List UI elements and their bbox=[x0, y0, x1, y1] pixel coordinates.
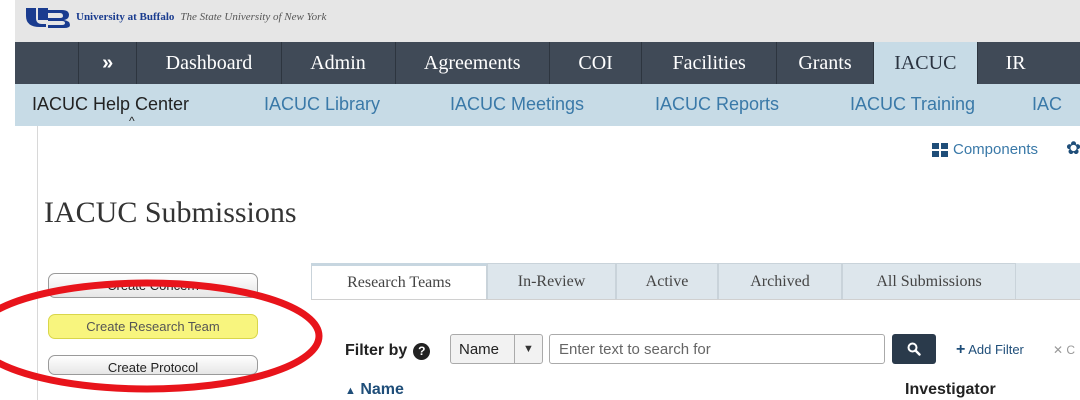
submission-tabs: Research Teams In-Review Active Archived… bbox=[311, 263, 1016, 299]
content-divider bbox=[37, 126, 38, 400]
nav-tab-grants[interactable]: Grants bbox=[775, 42, 873, 84]
filter-by-label: Filter by ? bbox=[345, 342, 431, 360]
page-title: IACUC Submissions bbox=[44, 196, 297, 229]
plus-icon: + bbox=[956, 341, 966, 358]
subnav-library[interactable]: IACUC Library bbox=[264, 94, 380, 115]
help-icon[interactable]: ? bbox=[413, 342, 431, 360]
university-logo[interactable]: University at Buffalo The State Universi… bbox=[24, 6, 326, 28]
university-name: University at Buffalo bbox=[76, 11, 175, 23]
column-header-investigator[interactable]: Investigator bbox=[905, 381, 996, 399]
search-input[interactable] bbox=[549, 334, 885, 364]
nav-tab-dashboard[interactable]: Dashboard bbox=[136, 42, 280, 84]
search-icon bbox=[907, 342, 921, 356]
ub-logo-icon bbox=[24, 6, 70, 28]
nav-tab-agreements[interactable]: Agreements bbox=[394, 42, 549, 84]
tab-underline bbox=[311, 299, 1080, 300]
dropdown-arrow-icon: ▼ bbox=[523, 343, 534, 355]
double-chevron-right-icon: » bbox=[102, 51, 114, 74]
create-protocol-button[interactable]: Create Protocol bbox=[48, 355, 258, 375]
create-research-team-button[interactable]: Create Research Team bbox=[48, 314, 258, 339]
subnav-meetings[interactable]: IACUC Meetings bbox=[450, 94, 584, 115]
tab-bar-filler bbox=[1016, 263, 1080, 299]
main-navigation: » Dashboard Admin Agreements COI Facilit… bbox=[15, 42, 1080, 84]
subnav-training[interactable]: IACUC Training bbox=[850, 94, 975, 115]
left-margin bbox=[0, 0, 15, 400]
clear-filter-link[interactable]: ✕ C bbox=[1053, 343, 1075, 357]
nav-tab-irb[interactable]: IR bbox=[976, 42, 1080, 84]
add-filter-link[interactable]: + Add Filter bbox=[956, 341, 1024, 359]
filter-field-select[interactable]: Name ▼ bbox=[450, 334, 543, 364]
subnav-iac-truncated[interactable]: IAC bbox=[1032, 94, 1062, 115]
tab-active[interactable]: Active bbox=[616, 263, 718, 299]
tab-in-review[interactable]: In-Review bbox=[487, 263, 616, 299]
caret-up-icon: ^ bbox=[129, 114, 135, 128]
tab-research-teams[interactable]: Research Teams bbox=[311, 263, 487, 299]
create-concern-button[interactable]: Create Concern bbox=[48, 273, 258, 298]
subnav-reports[interactable]: IACUC Reports bbox=[655, 94, 779, 115]
components-link[interactable]: Components bbox=[932, 141, 1038, 158]
sub-navigation: IACUC Help Center ^ IACUC Library IACUC … bbox=[15, 84, 1080, 128]
tab-archived[interactable]: Archived bbox=[718, 263, 842, 299]
nav-tab-facilities[interactable]: Facilities bbox=[641, 42, 776, 84]
expand-nav-button[interactable]: » bbox=[78, 42, 136, 84]
gear-icon[interactable]: ✿ bbox=[1066, 138, 1080, 159]
nav-tab-coi[interactable]: COI bbox=[548, 42, 641, 84]
search-button[interactable] bbox=[892, 334, 936, 364]
components-label: Components bbox=[953, 141, 1039, 158]
column-header-name[interactable]: ▲ Name bbox=[345, 381, 404, 399]
filter-field-value: Name bbox=[451, 335, 515, 363]
university-subtitle: The State University of New York bbox=[180, 11, 327, 23]
nav-tab-admin[interactable]: Admin bbox=[280, 42, 395, 84]
sort-ascending-icon: ▲ bbox=[345, 385, 356, 397]
grid-icon bbox=[932, 142, 948, 157]
nav-tab-iacuc[interactable]: IACUC bbox=[873, 42, 977, 84]
tab-all-submissions[interactable]: All Submissions bbox=[842, 263, 1016, 299]
close-icon: ✕ bbox=[1053, 343, 1064, 357]
subnav-help-center[interactable]: IACUC Help Center bbox=[32, 94, 189, 115]
